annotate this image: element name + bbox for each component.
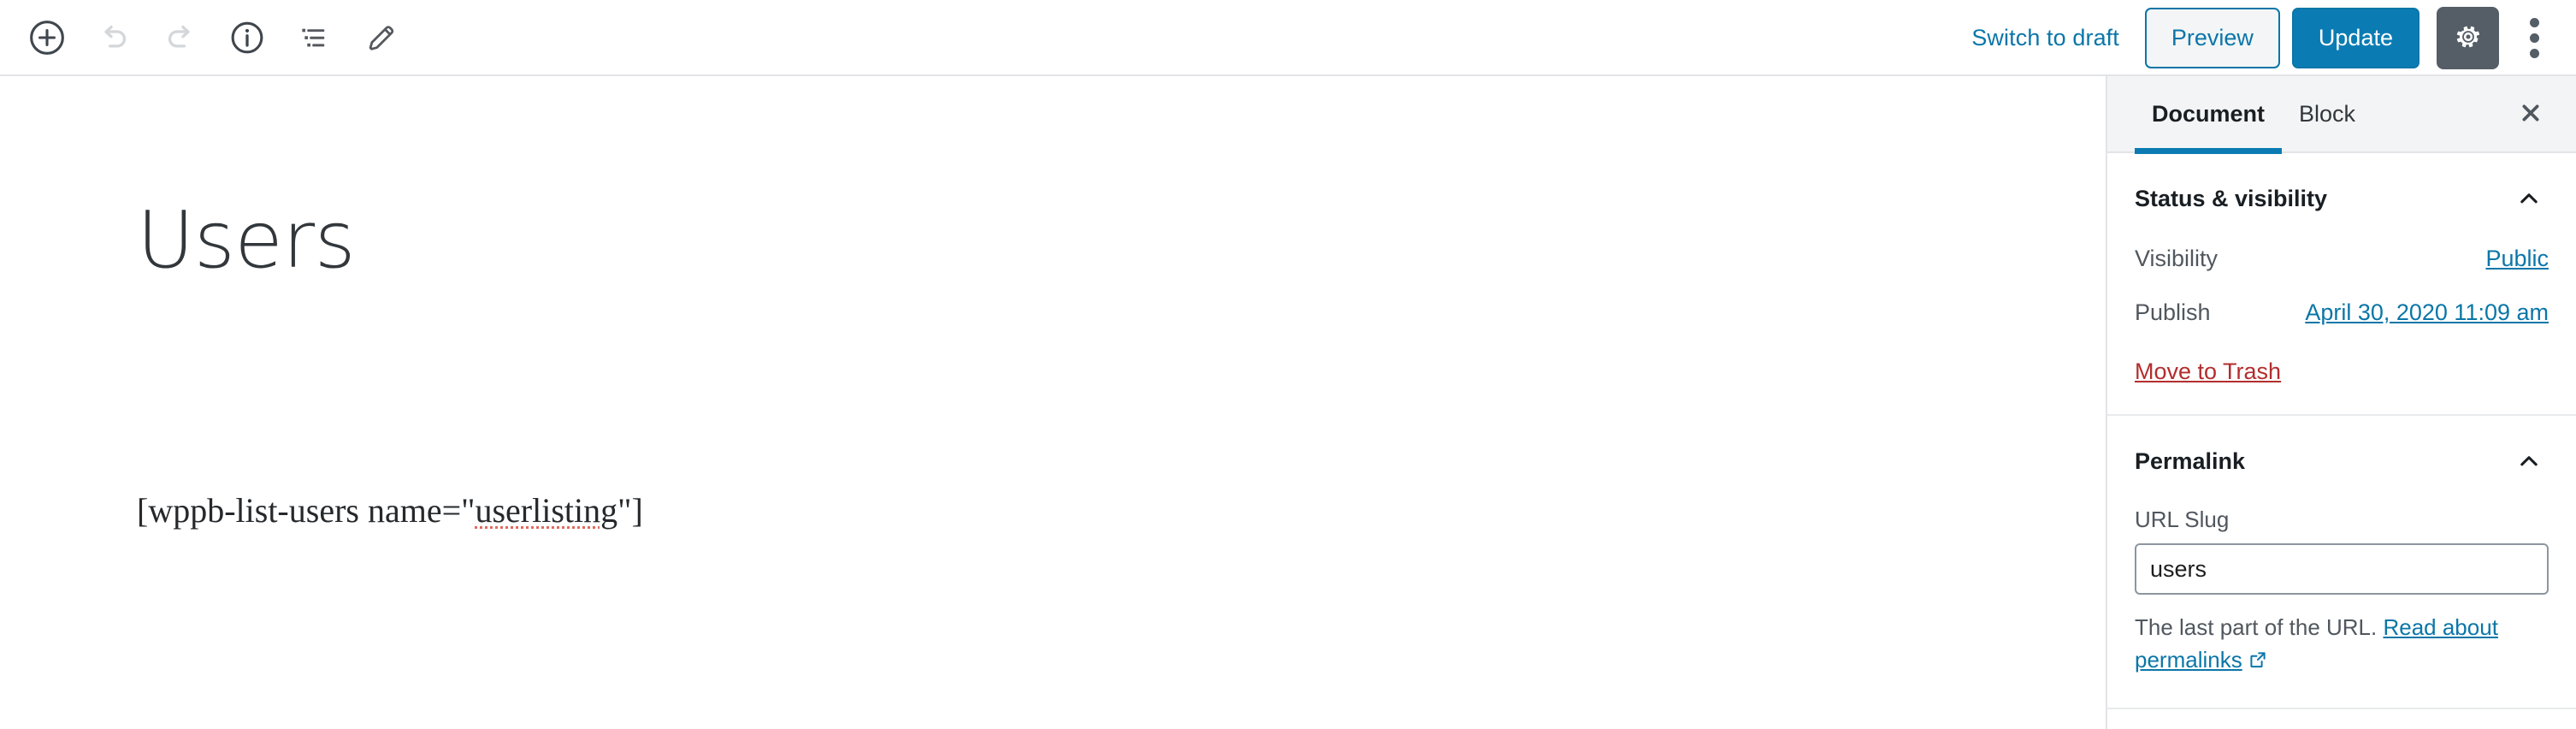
more-options-button[interactable] <box>2508 7 2561 69</box>
row-publish: Publish April 30, 2020 11:09 am <box>2135 299 2549 326</box>
undo-icon <box>95 19 133 56</box>
panel-permalink: Permalink URL Slug The last part of the … <box>2107 416 2576 710</box>
add-block-icon <box>28 19 66 56</box>
undo-button[interactable] <box>80 4 147 71</box>
wordpress-block-editor: Switch to draft Preview Update Users [wp… <box>0 0 2576 729</box>
redo-icon <box>162 19 199 56</box>
toolbar-right-group: Switch to draft Preview Update <box>1971 0 2576 76</box>
editor-canvas: Users [wppb-list-users name="userlisting… <box>0 76 2106 729</box>
panel-status-visibility: Status & visibility Visibility Public Pu… <box>2107 153 2576 416</box>
panel-status-visibility-title: Status & visibility <box>2135 185 2328 211</box>
gear-icon <box>2453 21 2484 55</box>
shortcode-text-after: "] <box>617 491 643 530</box>
add-block-button[interactable] <box>14 4 80 71</box>
row-visibility: Visibility Public <box>2135 246 2549 272</box>
move-to-trash-button[interactable]: Move to Trash <box>2135 359 2281 385</box>
chevron-up-icon[interactable] <box>2509 179 2549 218</box>
chevron-up-icon[interactable] <box>2509 442 2549 481</box>
preview-button[interactable]: Preview <box>2144 8 2280 68</box>
post-title[interactable]: Users <box>137 199 356 282</box>
close-icon <box>2516 98 2545 130</box>
url-slug-label: URL Slug <box>2135 507 2230 532</box>
more-vertical-icon <box>2529 18 2539 58</box>
url-slug-input[interactable] <box>2135 543 2549 595</box>
external-link-icon <box>2248 647 2268 679</box>
panel-permalink-title: Permalink <box>2135 447 2246 474</box>
redo-button[interactable] <box>147 4 214 71</box>
tab-document[interactable]: Document <box>2135 76 2283 154</box>
shortcode-paragraph-block[interactable]: [wppb-list-users name="userlisting"] <box>137 485 643 536</box>
permalink-help-text: The last part of the URL. Read about per… <box>2135 612 2549 679</box>
close-sidebar-button[interactable] <box>2504 87 2557 140</box>
visibility-value-button[interactable]: Public <box>2485 246 2549 272</box>
update-button[interactable]: Update <box>2291 8 2419 68</box>
panel-status-visibility-header[interactable]: Status & visibility <box>2135 179 2549 218</box>
publish-date-button[interactable]: April 30, 2020 11:09 am <box>2305 299 2549 326</box>
permalink-help-prefix: The last part of the URL. <box>2135 614 2384 640</box>
pencil-icon <box>363 20 399 56</box>
content-info-button[interactable] <box>214 4 281 71</box>
visibility-label: Visibility <box>2135 246 2219 271</box>
publish-label: Publish <box>2135 299 2211 325</box>
tab-block[interactable]: Block <box>2282 76 2372 152</box>
settings-sidebar: Document Block Status & visibility Visib… <box>2106 76 2576 729</box>
toolbar-left-group <box>0 4 414 71</box>
switch-to-draft-button[interactable]: Switch to draft <box>1971 25 2119 51</box>
panel-permalink-header[interactable]: Permalink <box>2135 442 2549 481</box>
info-icon <box>228 19 266 56</box>
editor-toolbar: Switch to draft Preview Update <box>0 0 2576 76</box>
shortcode-text-before: [wppb-list-users name=" <box>137 491 476 530</box>
block-navigation-button[interactable] <box>281 4 347 71</box>
shortcode-text-misspelled: userlisting <box>475 491 618 530</box>
settings-button[interactable] <box>2437 7 2499 69</box>
edit-mode-button[interactable] <box>347 4 414 71</box>
list-view-icon <box>296 20 332 56</box>
sidebar-tab-bar: Document Block <box>2107 76 2576 154</box>
